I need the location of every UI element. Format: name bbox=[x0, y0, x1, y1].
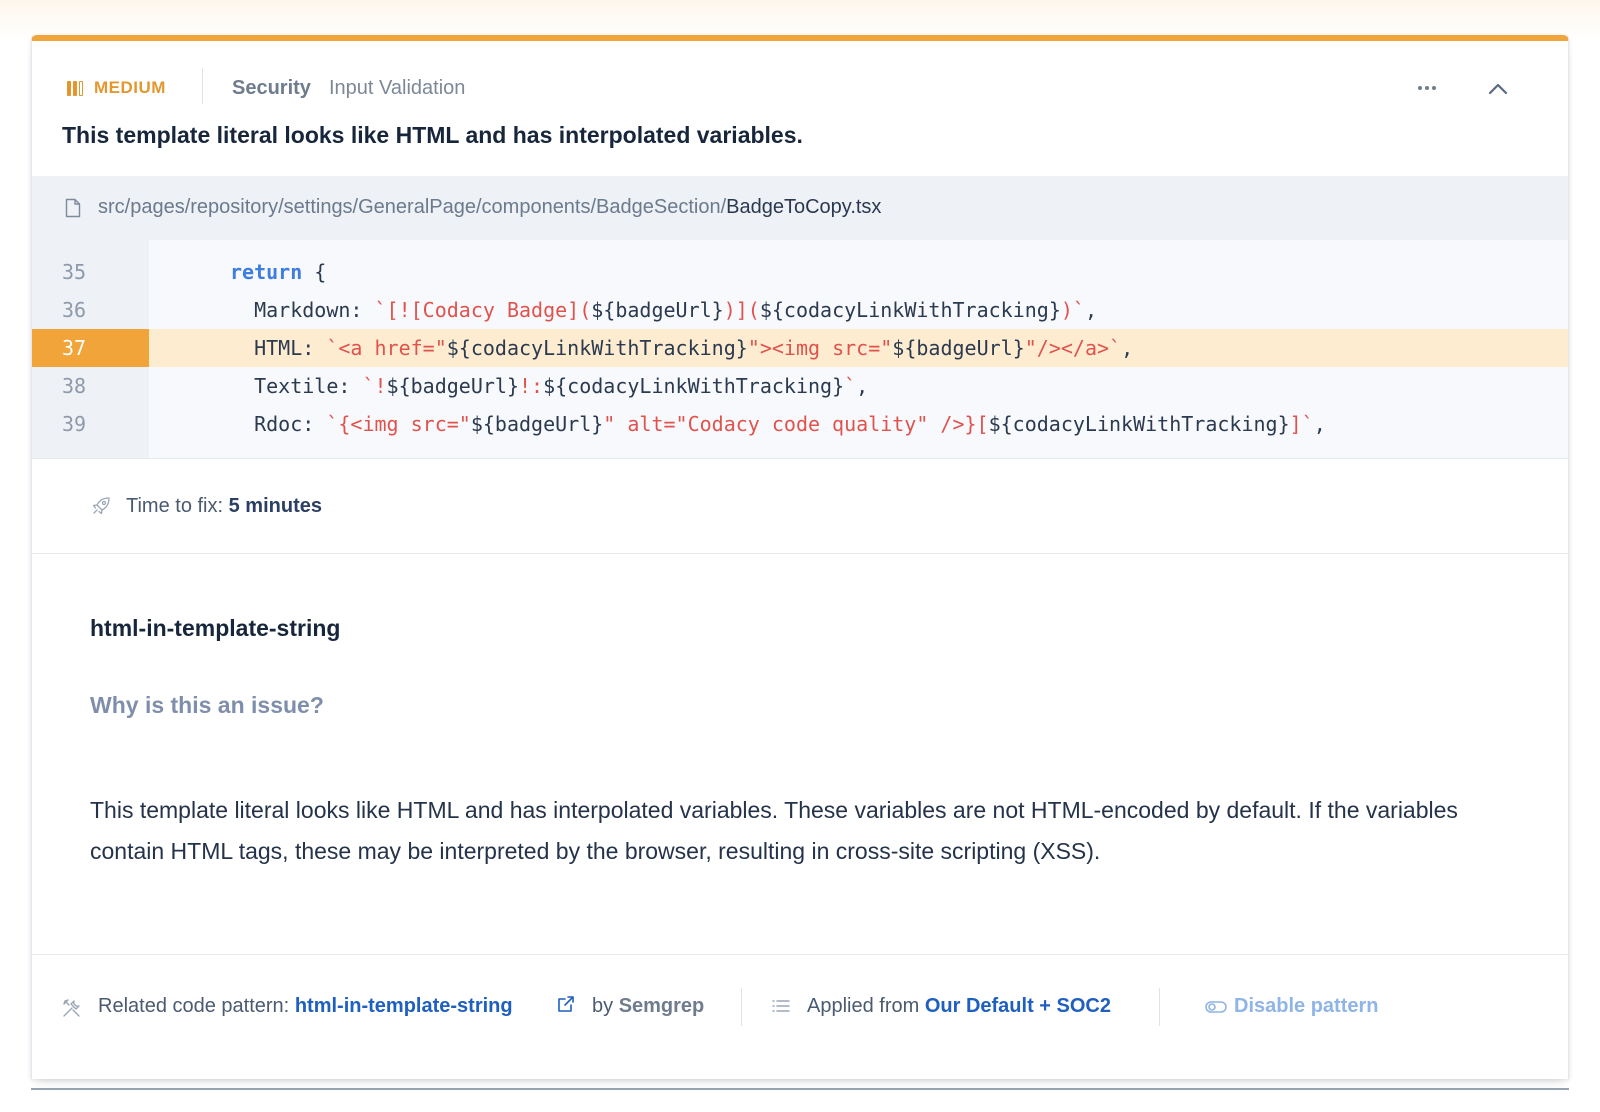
chevron-up-icon[interactable] bbox=[1484, 75, 1512, 103]
line-number: 36 bbox=[62, 298, 87, 322]
time-to-fix-label: Time to fix: bbox=[126, 495, 224, 517]
issue-footer: Related code pattern: html-in-template-s… bbox=[32, 954, 1568, 1059]
code-line: 38 Textile: `!${badgeUrl}!:${codacyLinkW… bbox=[32, 367, 1568, 405]
issue-card: MEDIUM Security Input Validation This te… bbox=[31, 35, 1569, 1079]
code-line: 39 Rdoc: `{<img src="${badgeUrl}" alt="C… bbox=[32, 405, 1568, 443]
issue-description: This template literal looks like HTML an… bbox=[90, 797, 1458, 864]
file-icon bbox=[65, 198, 81, 218]
why-heading: Why is this an issue? bbox=[90, 692, 324, 718]
footer-divider bbox=[741, 988, 742, 1026]
rocket-icon bbox=[92, 497, 110, 515]
time-to-fix-row: Time to fix: 5 minutes bbox=[32, 458, 1568, 554]
footer-divider bbox=[1159, 988, 1160, 1026]
toggle-icon[interactable] bbox=[1204, 998, 1228, 1016]
line-number: 39 bbox=[62, 412, 87, 436]
severity-badge: MEDIUM bbox=[67, 78, 166, 98]
disable-pattern-button[interactable]: Disable pattern bbox=[1234, 995, 1378, 1018]
by-label: by bbox=[592, 995, 614, 1017]
code-text: return { bbox=[230, 260, 327, 284]
issue-category: Security bbox=[232, 77, 311, 99]
severity-label: MEDIUM bbox=[94, 78, 166, 97]
page-top-shade bbox=[0, 0, 1600, 40]
issue-subcategory: Input Validation bbox=[329, 77, 466, 99]
tools-icon bbox=[63, 999, 80, 1017]
related-pattern-link[interactable]: html-in-template-string bbox=[295, 995, 513, 1017]
header-divider bbox=[202, 68, 203, 104]
file-directory: src/pages/repository/settings/GeneralPag… bbox=[98, 196, 727, 218]
file-name: BadgeToCopy.tsx bbox=[726, 196, 882, 218]
line-number: 35 bbox=[62, 260, 87, 284]
applied-label: Applied from bbox=[807, 995, 920, 1017]
issue-title: This template literal looks like HTML an… bbox=[62, 122, 803, 148]
time-to-fix-value: 5 minutes bbox=[228, 495, 322, 517]
code-text: Markdown: `[![Codacy Badge](${badgeUrl})… bbox=[230, 298, 1097, 322]
line-number: 37 bbox=[32, 329, 149, 367]
applied-link[interactable]: Our Default + SOC2 bbox=[925, 995, 1111, 1017]
related-pattern: Related code pattern: html-in-template-s… bbox=[98, 995, 513, 1018]
applied-from: Applied from Our Default + SOC2 bbox=[807, 995, 1111, 1018]
file-path-bar: src/pages/repository/settings/GeneralPag… bbox=[32, 176, 1568, 240]
code-line: 36 Markdown: `[![Codacy Badge](${badgeUr… bbox=[32, 291, 1568, 329]
time-to-fix: Time to fix: 5 minutes bbox=[126, 495, 322, 518]
severity-bars-icon bbox=[67, 80, 83, 96]
more-horizontal-icon[interactable] bbox=[1412, 76, 1442, 100]
pattern-name: html-in-template-string bbox=[90, 615, 341, 641]
page-bottom-rule bbox=[31, 1088, 1569, 1090]
external-link-icon[interactable] bbox=[556, 994, 576, 1014]
code-text: Textile: `!${badgeUrl}!:${codacyLinkWith… bbox=[230, 374, 869, 398]
pattern-author: by Semgrep bbox=[592, 995, 704, 1018]
line-number: 38 bbox=[62, 374, 87, 398]
issue-header: MEDIUM Security Input Validation This te… bbox=[32, 41, 1568, 176]
code-line-highlighted: 37 HTML: `<a href="${codacyLinkWithTrack… bbox=[32, 329, 1568, 367]
by-tool: Semgrep bbox=[618, 995, 705, 1017]
list-icon bbox=[772, 1000, 790, 1012]
code-text: HTML: `<a href="${codacyLinkWithTracking… bbox=[230, 336, 1134, 360]
code-text: Rdoc: `{<img src="${badgeUrl}" alt="Coda… bbox=[230, 412, 1326, 436]
code-line: 35 return { bbox=[32, 253, 1568, 291]
file-path[interactable]: src/pages/repository/settings/GeneralPag… bbox=[98, 196, 881, 219]
related-pattern-label: Related code pattern: bbox=[98, 995, 290, 1017]
code-snippet: 35 return { 36 Markdown: `[![Codacy Badg… bbox=[32, 240, 1568, 458]
